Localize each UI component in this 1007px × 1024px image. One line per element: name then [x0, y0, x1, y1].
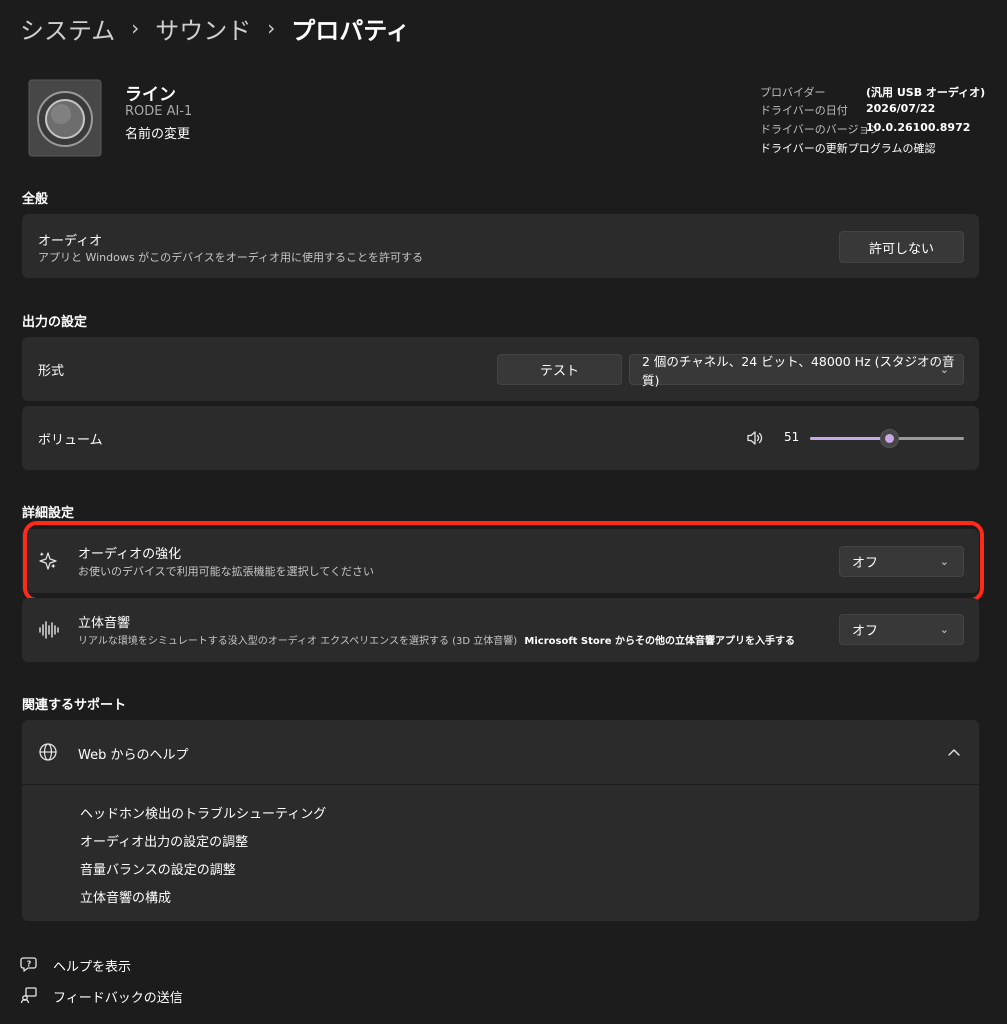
format-card: 形式 テスト 2 個のチャネル、24 ビット、48000 Hz (スタジオの音質… [22, 337, 979, 401]
web-help-label: Web からのヘルプ [78, 748, 189, 763]
driver-version-value: 10.0.26100.8972 [866, 121, 971, 134]
microsoft-store-link[interactable]: Microsoft Store からその他の立体音響アプリを入手する [524, 636, 795, 647]
volume-slider[interactable] [810, 428, 964, 448]
device-model: RODE AI-1 [125, 104, 193, 119]
audio-label: オーディオ [38, 234, 103, 249]
disallow-button[interactable]: 許可しない [839, 231, 964, 263]
breadcrumb-separator: › [131, 16, 140, 40]
breadcrumb-sound[interactable]: サウンド [155, 11, 251, 46]
format-label: 形式 [38, 364, 65, 379]
chevron-down-icon: ⌄ [939, 362, 949, 376]
section-advanced-title: 詳細設定 [22, 506, 75, 521]
volume-card: ボリューム 51 [22, 406, 979, 470]
section-output-title: 出力の設定 [22, 315, 88, 330]
help-link-volume-balance[interactable]: 音量バランスの設定の調整 [80, 859, 236, 878]
audio-permission-card: オーディオ アプリと Windows がこのデバイスをオーディオ用に使用すること… [22, 214, 979, 278]
spatial-sound-label: 立体音響 [78, 616, 131, 631]
help-icon: ? [20, 955, 38, 973]
audio-description: アプリと Windows がこのデバイスをオーディオ用に使用することを許可する [38, 251, 423, 264]
provider-label: プロバイダー [760, 86, 826, 99]
speaker-volume-icon[interactable] [746, 429, 764, 447]
highlight-box [23, 521, 984, 602]
chevron-down-icon: ⌄ [939, 622, 949, 636]
feedback-icon [20, 986, 38, 1004]
speaker-device-icon [28, 79, 102, 157]
web-help-header[interactable]: Web からのヘルプ [22, 720, 979, 784]
breadcrumb: システム › サウンド › プロパティ [20, 10, 410, 46]
section-support-title: 関連するサポート [22, 698, 127, 713]
page-title: プロパティ [291, 16, 410, 45]
spatial-sound-card: 立体音響 リアルな環境をシミュレートする没入型のオーディオ エクスペリエンスを選… [22, 598, 979, 662]
sound-wave-icon [38, 620, 60, 640]
help-link-spatial-sound[interactable]: 立体音響の構成 [80, 887, 171, 906]
breadcrumb-system[interactable]: システム [20, 11, 115, 46]
help-link[interactable]: ヘルプを表示 [53, 956, 131, 975]
driver-version-label: ドライバーのバージョン [760, 123, 881, 136]
device-name: ライン [125, 85, 176, 105]
driver-date-label: ドライバーの日付 [760, 104, 848, 117]
volume-slider-fill [810, 437, 889, 440]
spatial-sound-description: リアルな環境をシミュレートする没入型のオーディオ エクスペリエンスを選択する (… [78, 636, 518, 647]
spatial-sound-select[interactable]: オフ ⌄ [839, 614, 964, 645]
format-select[interactable]: 2 個のチャネル、24 ビット、48000 Hz (スタジオの音質) ⌄ [629, 354, 964, 388]
spatial-sound-value: オフ [852, 624, 879, 639]
breadcrumb-separator: › [267, 16, 276, 40]
volume-slider-thumb[interactable] [879, 429, 899, 448]
rename-link[interactable]: 名前の変更 [125, 123, 190, 142]
help-link-audio-output[interactable]: オーディオ出力の設定の調整 [80, 831, 248, 850]
test-button[interactable]: テスト [497, 354, 622, 385]
format-select-value: 2 個のチャネル、24 ビット、48000 Hz (スタジオの音質) [642, 353, 955, 388]
globe-icon [38, 742, 58, 762]
svg-text:?: ? [27, 960, 32, 969]
volume-value: 51 [784, 430, 800, 444]
feedback-link[interactable]: フィードバックの送信 [53, 987, 183, 1006]
help-link-headphone-troubleshoot[interactable]: ヘッドホン検出のトラブルシューティング [80, 803, 326, 822]
volume-label: ボリューム [38, 433, 103, 448]
chevron-up-icon[interactable] [947, 745, 961, 759]
provider-value: (汎用 USB オーディオ) [866, 86, 986, 99]
spatial-sound-description-row: リアルな環境をシミュレートする没入型のオーディオ エクスペリエンスを選択する (… [78, 632, 795, 647]
section-general-title: 全般 [22, 192, 49, 207]
driver-date-value: 2026/07/22 [866, 102, 936, 115]
driver-update-link[interactable]: ドライバーの更新プログラムの確認 [760, 140, 935, 156]
